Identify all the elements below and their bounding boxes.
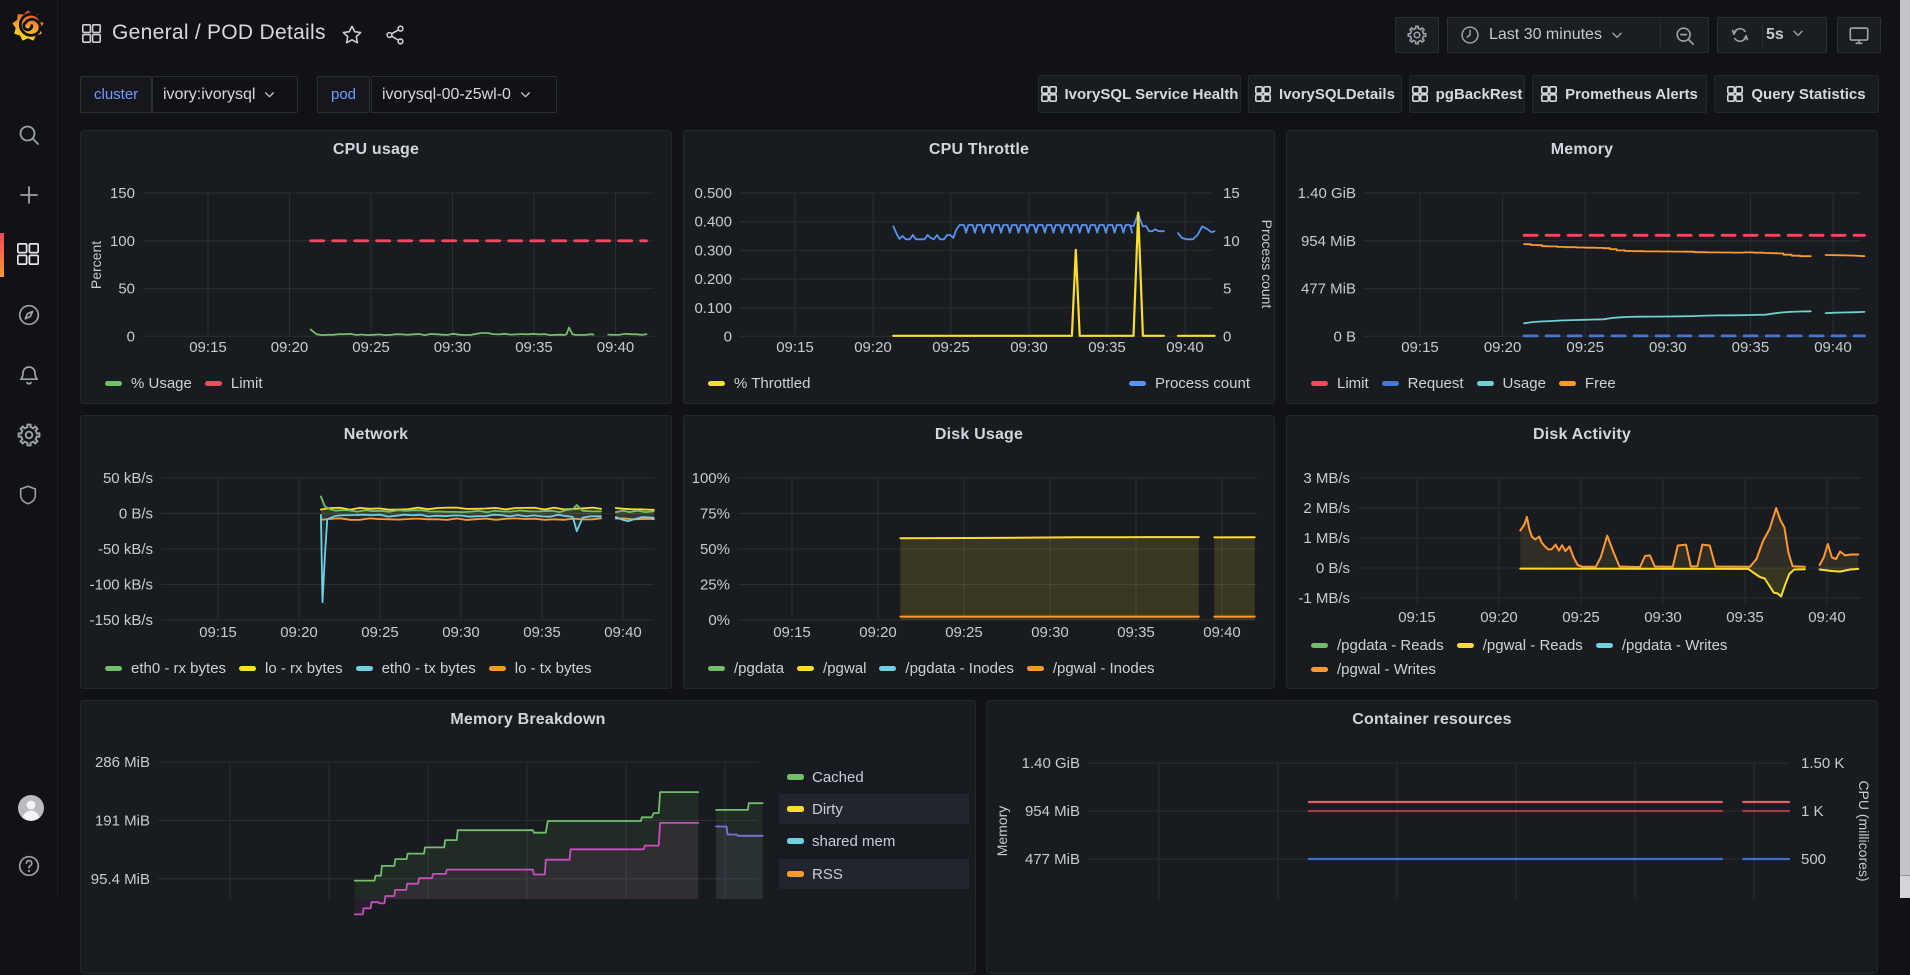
svg-text:09:20: 09:20 <box>271 339 309 356</box>
svg-text:09:30: 09:30 <box>442 624 480 641</box>
svg-text:09:30: 09:30 <box>434 339 472 356</box>
svg-text:100: 100 <box>110 233 135 250</box>
svg-text:0.300: 0.300 <box>694 242 732 259</box>
svg-text:191 MiB: 191 MiB <box>95 812 150 829</box>
svg-text:09:20: 09:20 <box>859 624 897 641</box>
svg-text:09:40: 09:40 <box>1203 624 1241 641</box>
svg-text:50: 50 <box>118 281 135 298</box>
svg-text:09:15: 09:15 <box>199 624 237 641</box>
svg-text:1 MB/s: 1 MB/s <box>1303 530 1350 547</box>
svg-text:Process count: Process count <box>1259 220 1275 309</box>
svg-text:09:20: 09:20 <box>1484 339 1522 356</box>
svg-text:09:15: 09:15 <box>189 339 227 356</box>
svg-text:09:35: 09:35 <box>1726 609 1764 626</box>
svg-text:09:15: 09:15 <box>1398 609 1436 626</box>
svg-text:0.400: 0.400 <box>694 214 732 231</box>
svg-text:0.100: 0.100 <box>694 300 732 317</box>
svg-text:100%: 100% <box>692 470 730 487</box>
svg-text:-100 kB/s: -100 kB/s <box>90 577 153 594</box>
svg-text:Memory: Memory <box>994 806 1010 857</box>
svg-text:09:25: 09:25 <box>945 624 983 641</box>
svg-text:09:15: 09:15 <box>776 339 814 356</box>
svg-text:3 MB/s: 3 MB/s <box>1303 470 1350 487</box>
svg-text:09:35: 09:35 <box>515 339 553 356</box>
svg-text:09:20: 09:20 <box>280 624 318 641</box>
svg-text:-150 kB/s: -150 kB/s <box>90 612 153 629</box>
svg-text:09:25: 09:25 <box>932 339 970 356</box>
svg-text:09:35: 09:35 <box>1088 339 1126 356</box>
svg-text:09:25: 09:25 <box>361 624 399 641</box>
svg-text:09:30: 09:30 <box>1031 624 1069 641</box>
svg-text:25%: 25% <box>700 577 730 594</box>
svg-text:09:30: 09:30 <box>1644 609 1682 626</box>
svg-text:0: 0 <box>127 328 135 345</box>
svg-text:0: 0 <box>724 328 732 345</box>
svg-text:0 B/s: 0 B/s <box>119 506 153 523</box>
svg-text:09:35: 09:35 <box>523 624 561 641</box>
svg-text:-1 MB/s: -1 MB/s <box>1298 590 1350 607</box>
svg-text:09:35: 09:35 <box>1732 339 1770 356</box>
svg-text:954 MiB: 954 MiB <box>1025 803 1080 820</box>
svg-text:0 B: 0 B <box>1333 328 1356 345</box>
svg-text:09:25: 09:25 <box>352 339 390 356</box>
svg-text:15: 15 <box>1223 185 1240 202</box>
svg-text:09:15: 09:15 <box>1401 339 1439 356</box>
svg-text:5: 5 <box>1223 281 1231 298</box>
svg-text:09:40: 09:40 <box>1814 339 1852 356</box>
svg-text:0%: 0% <box>708 612 730 629</box>
svg-text:0.500: 0.500 <box>694 185 732 202</box>
svg-text:09:30: 09:30 <box>1010 339 1048 356</box>
svg-text:Percent: Percent <box>88 241 104 289</box>
svg-text:0.200: 0.200 <box>694 271 732 288</box>
svg-text:1.50 K: 1.50 K <box>1801 755 1844 772</box>
svg-text:09:35: 09:35 <box>1117 624 1155 641</box>
svg-text:09:40: 09:40 <box>1166 339 1204 356</box>
svg-text:09:20: 09:20 <box>854 339 892 356</box>
svg-text:1 K: 1 K <box>1801 803 1824 820</box>
svg-text:10: 10 <box>1223 233 1240 250</box>
svg-text:286 MiB: 286 MiB <box>95 754 150 771</box>
svg-text:09:40: 09:40 <box>604 624 642 641</box>
svg-text:-50 kB/s: -50 kB/s <box>98 541 153 558</box>
svg-text:477 MiB: 477 MiB <box>1301 281 1356 298</box>
svg-text:09:40: 09:40 <box>597 339 635 356</box>
svg-text:477 MiB: 477 MiB <box>1025 851 1080 868</box>
svg-text:1.40 GiB: 1.40 GiB <box>1298 185 1356 202</box>
svg-text:09:25: 09:25 <box>1566 339 1604 356</box>
svg-text:2 MB/s: 2 MB/s <box>1303 500 1350 517</box>
svg-text:500: 500 <box>1801 851 1826 868</box>
svg-text:09:40: 09:40 <box>1808 609 1846 626</box>
svg-text:95.4 MiB: 95.4 MiB <box>91 871 150 888</box>
svg-text:1.40 GiB: 1.40 GiB <box>1022 755 1080 772</box>
svg-text:CPU (millicores): CPU (millicores) <box>1856 780 1872 881</box>
svg-text:0: 0 <box>1223 328 1231 345</box>
svg-text:09:15: 09:15 <box>773 624 811 641</box>
svg-text:50%: 50% <box>700 541 730 558</box>
svg-text:09:25: 09:25 <box>1562 609 1600 626</box>
svg-text:75%: 75% <box>700 506 730 523</box>
svg-text:954 MiB: 954 MiB <box>1301 233 1356 250</box>
svg-text:50 kB/s: 50 kB/s <box>103 470 153 487</box>
svg-text:150: 150 <box>110 185 135 202</box>
svg-text:09:30: 09:30 <box>1649 339 1687 356</box>
svg-text:0 B/s: 0 B/s <box>1316 560 1350 577</box>
svg-text:09:20: 09:20 <box>1480 609 1518 626</box>
